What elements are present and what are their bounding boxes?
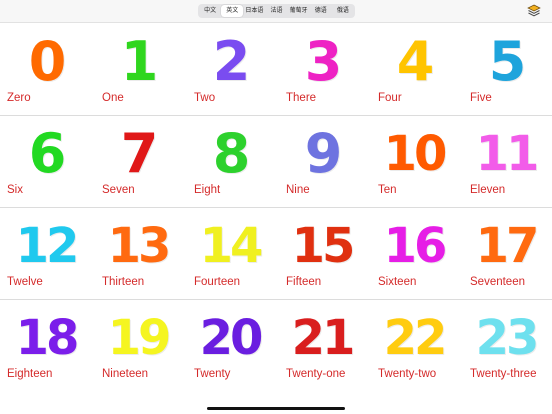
numeral: 22 xyxy=(383,310,448,366)
numeral: 14 xyxy=(199,218,264,274)
number-card[interactable]: 13 Thirteen xyxy=(92,207,184,299)
numeral: 2 xyxy=(212,30,251,93)
number-word: Twenty-three xyxy=(470,368,537,380)
number-card[interactable]: 15 Fifteen xyxy=(276,207,368,299)
numeral: 1 xyxy=(120,30,159,93)
home-indicator[interactable] xyxy=(207,407,345,410)
number-word: Thirteen xyxy=(102,276,145,288)
numeral: 21 xyxy=(291,310,356,366)
number-word: Eighteen xyxy=(7,368,53,380)
number-row: 12 Twelve 13 Thirteen 14 Fourteen 15 Fifteen 16 S… xyxy=(0,207,552,300)
number-word: Seventeen xyxy=(470,276,525,288)
number-card[interactable]: 20 Twenty xyxy=(184,299,276,391)
number-card[interactable]: 6 Six xyxy=(0,115,92,207)
number-word: Twenty-two xyxy=(378,368,437,380)
number-word: Seven xyxy=(102,184,135,196)
number-card[interactable]: 3 There xyxy=(276,23,368,115)
numeral: 16 xyxy=(383,218,448,274)
numeral: 4 xyxy=(396,30,435,93)
numeral: 11 xyxy=(475,126,540,182)
number-word: Five xyxy=(470,92,492,104)
number-card[interactable]: 7 Seven xyxy=(92,115,184,207)
numeral: 19 xyxy=(107,310,172,366)
numeral: 23 xyxy=(475,310,540,366)
number-word: Fourteen xyxy=(194,276,241,288)
numeral: 9 xyxy=(304,122,343,185)
number-card[interactable]: 22 Twenty-two xyxy=(368,299,460,391)
number-card[interactable]: 17 Seventeen xyxy=(460,207,552,299)
number-card[interactable]: 10 Ten xyxy=(368,115,460,207)
language-tab[interactable]: 英文 xyxy=(221,5,244,17)
language-tab[interactable]: 日本语 xyxy=(243,5,265,17)
number-word: Ten xyxy=(378,184,397,196)
number-card[interactable]: 5 Five xyxy=(460,23,552,115)
language-tab[interactable]: 德语 xyxy=(310,5,332,17)
number-card[interactable]: 0 Zero xyxy=(0,23,92,115)
number-card[interactable]: 12 Twelve xyxy=(0,207,92,299)
number-word: Twelve xyxy=(7,276,43,288)
number-word: Eleven xyxy=(470,184,506,196)
number-card[interactable]: 2 Two xyxy=(184,23,276,115)
number-word: Eight xyxy=(194,184,221,196)
number-word: One xyxy=(102,92,124,104)
number-row: 0 Zero 1 One 2 Two 3 There 4 Four 5 Five xyxy=(0,23,552,116)
number-word: Nine xyxy=(286,184,310,196)
numeral: 18 xyxy=(15,310,80,366)
number-card[interactable]: 21 Twenty-one xyxy=(276,299,368,391)
number-card[interactable]: 8 Eight xyxy=(184,115,276,207)
numeral: 0 xyxy=(28,30,67,93)
numeral: 5 xyxy=(488,30,527,93)
number-card[interactable]: 1 One xyxy=(92,23,184,115)
number-card[interactable]: 9 Nine xyxy=(276,115,368,207)
numeral: 6 xyxy=(28,122,67,185)
number-word: Two xyxy=(194,92,216,104)
numeral: 17 xyxy=(475,218,540,274)
numeral: 8 xyxy=(212,122,251,185)
number-word: Twenty xyxy=(194,368,231,380)
number-word: Six xyxy=(7,184,23,196)
number-card[interactable]: 23 Twenty-three xyxy=(460,299,552,391)
language-tab[interactable]: 俄语 xyxy=(332,5,354,17)
number-word: Sixteen xyxy=(378,276,417,288)
numeral: 20 xyxy=(199,310,264,366)
numeral: 7 xyxy=(120,122,159,185)
number-word: There xyxy=(286,92,317,104)
number-word: Twenty-one xyxy=(286,368,346,380)
number-card[interactable]: 4 Four xyxy=(368,23,460,115)
number-row: 18 Eighteen 19 Nineteen 20 Twenty 21 Twenty-one… xyxy=(0,299,552,391)
number-row: 6 Six 7 Seven 8 Eight 9 Nine 10 Ten 11 Eleven xyxy=(0,115,552,208)
language-selector: 中文 英文 日本语 法语 葡萄牙 德语 俄语 xyxy=(198,4,355,18)
numeral: 3 xyxy=(304,30,343,93)
numeral: 15 xyxy=(291,218,356,274)
number-word: Zero xyxy=(7,92,31,104)
number-card[interactable]: 11 Eleven xyxy=(460,115,552,207)
language-tab[interactable]: 葡萄牙 xyxy=(288,5,310,17)
number-card[interactable]: 18 Eighteen xyxy=(0,299,92,391)
number-word: Fifteen xyxy=(286,276,322,288)
number-word: Four xyxy=(378,92,402,104)
numeral: 13 xyxy=(107,218,172,274)
number-card[interactable]: 14 Fourteen xyxy=(184,207,276,299)
number-card[interactable]: 16 Sixteen xyxy=(368,207,460,299)
layers-icon[interactable] xyxy=(527,4,541,18)
numeral: 12 xyxy=(15,218,80,274)
language-tab[interactable]: 法语 xyxy=(265,5,287,17)
top-bar: 中文 英文 日本语 法语 葡萄牙 德语 俄语 xyxy=(0,0,552,23)
language-tab[interactable]: 中文 xyxy=(199,5,221,17)
number-card[interactable]: 19 Nineteen xyxy=(92,299,184,391)
numeral: 10 xyxy=(383,126,448,182)
number-word: Nineteen xyxy=(102,368,149,380)
